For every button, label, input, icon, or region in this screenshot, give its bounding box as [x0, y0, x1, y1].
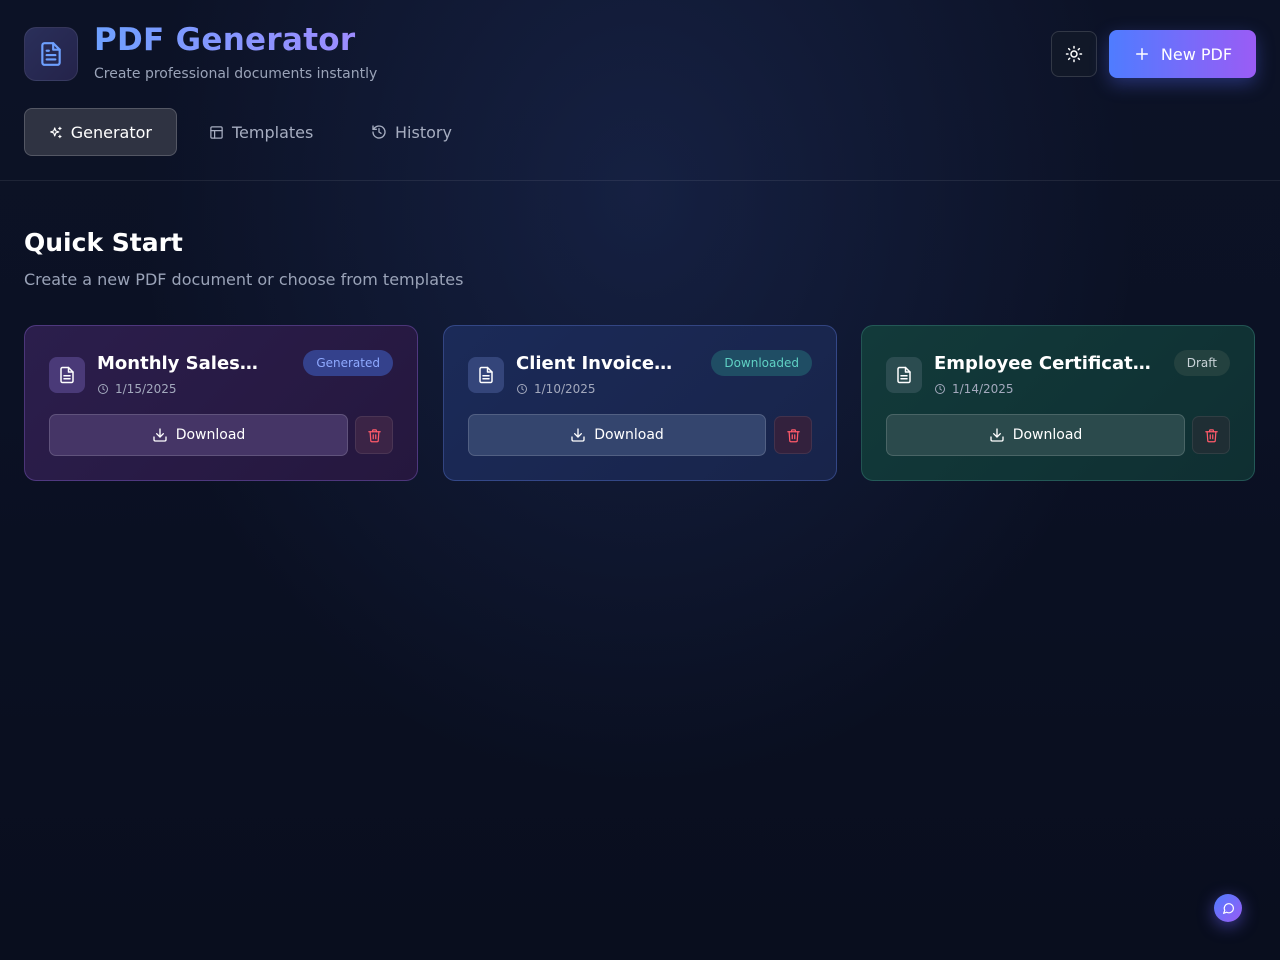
layout-icon: [210, 125, 223, 139]
download-label: Download: [1012, 427, 1083, 443]
document-icon-container: [886, 357, 922, 393]
download-button[interactable]: Download: [49, 414, 348, 456]
document-date-text: 1/10/2025: [534, 382, 596, 396]
delete-button[interactable]: [1192, 416, 1230, 454]
document-date: 1/14/2025: [934, 382, 1014, 396]
tab-label: History: [395, 122, 452, 142]
message-circle-icon: [1222, 902, 1234, 914]
tab-history[interactable]: History: [347, 108, 476, 156]
download-label: Download: [594, 427, 664, 443]
document-title: Monthly Sales…: [97, 353, 258, 374]
document-icon-container: [49, 357, 85, 393]
document-title: Client Invoice…: [516, 353, 673, 374]
clock-icon: [517, 384, 527, 394]
new-pdf-button[interactable]: New PDF: [1109, 30, 1256, 78]
download-button[interactable]: Download: [468, 414, 766, 456]
new-pdf-label: New PDF: [1160, 44, 1233, 64]
tab-label: Generator: [70, 122, 152, 142]
file-text-icon: [479, 366, 493, 384]
logo: [24, 27, 78, 81]
download-icon: [153, 428, 167, 442]
download-label: Download: [175, 427, 246, 443]
delete-button[interactable]: [355, 416, 393, 454]
document-card: Client Invoice… 1/10/2025 Downloaded Dow…: [443, 325, 837, 481]
document-card: Monthly Sales… 1/15/2025 Generated Downl…: [24, 325, 418, 481]
section-title: Quick Start: [24, 228, 183, 257]
sun-icon: [1065, 45, 1083, 63]
document-date: 1/15/2025: [97, 382, 177, 396]
plus-icon: [1135, 48, 1148, 60]
document-icon-container: [468, 357, 504, 393]
document-card: Employee Certificat… 1/14/2025 Draft Dow…: [861, 325, 1255, 481]
tab-generator[interactable]: Generator: [24, 108, 177, 156]
file-text-icon: [897, 366, 911, 384]
history-icon: [372, 125, 386, 139]
sparkles-icon: [50, 126, 62, 138]
clock-icon: [935, 384, 945, 394]
tab-templates[interactable]: Templates: [185, 108, 337, 156]
document-title: Employee Certificat…: [934, 353, 1151, 374]
tab-label: Templates: [232, 122, 314, 142]
app-title: PDF Generator: [94, 22, 356, 58]
clock-icon: [98, 384, 108, 394]
chat-button[interactable]: [1214, 894, 1242, 922]
trash-icon: [786, 428, 800, 442]
app-subtitle: Create professional documents instantly: [94, 66, 378, 82]
section-subtitle: Create a new PDF document or choose from…: [24, 270, 464, 289]
document-date: 1/10/2025: [516, 382, 596, 396]
document-date-text: 1/15/2025: [115, 382, 177, 396]
document-date-text: 1/14/2025: [952, 382, 1014, 396]
delete-button[interactable]: [774, 416, 812, 454]
download-icon: [990, 428, 1004, 442]
app-header: PDF Generator Create professional docume…: [0, 0, 1280, 181]
file-text-icon: [60, 366, 74, 384]
trash-icon: [367, 428, 381, 442]
file-text-icon: [41, 42, 61, 66]
status-badge: Draft: [1173, 350, 1230, 376]
status-badge: Downloaded: [711, 350, 812, 376]
trash-icon: [1204, 428, 1218, 442]
theme-toggle-button[interactable]: [1051, 31, 1097, 77]
download-button[interactable]: Download: [886, 414, 1185, 456]
status-badge: Generated: [303, 350, 393, 376]
download-icon: [571, 428, 585, 442]
